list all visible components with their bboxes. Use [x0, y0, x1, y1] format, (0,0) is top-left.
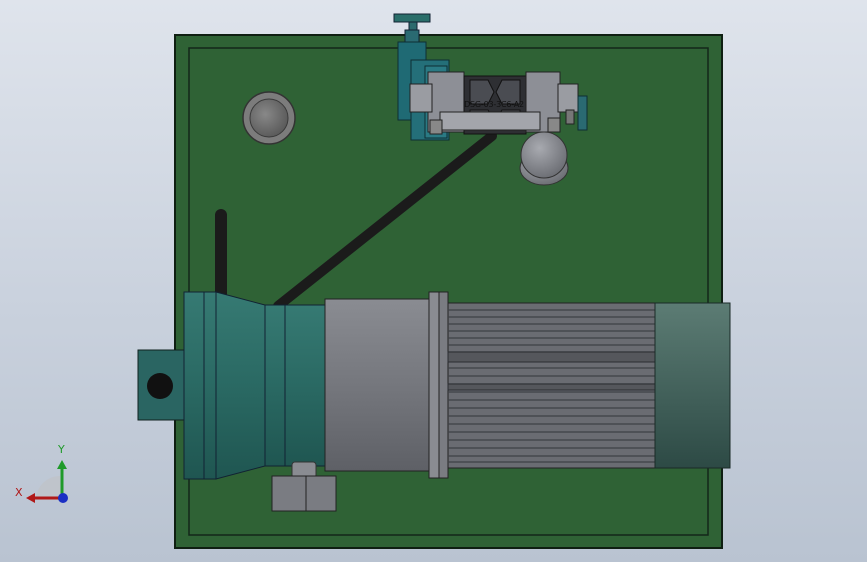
- cad-viewport[interactable]: DSG-03-3C6-A2 Y X: [0, 0, 867, 562]
- hydraulic-pump[interactable]: [183, 291, 326, 480]
- mounting-bracket: [137, 349, 187, 421]
- model-drawing: [26, 13, 731, 549]
- breather-cap[interactable]: [242, 91, 296, 145]
- x-axis-label: X: [15, 486, 23, 499]
- electric-motor[interactable]: [324, 291, 731, 479]
- y-axis-label: Y: [58, 443, 65, 456]
- coordinate-triad-icon: [26, 460, 68, 503]
- pressure-gauge[interactable]: [519, 131, 569, 186]
- valve-part-number-label: DSG-03-3C6-A2: [464, 100, 524, 109]
- directional-valve-assembly[interactable]: [393, 13, 588, 141]
